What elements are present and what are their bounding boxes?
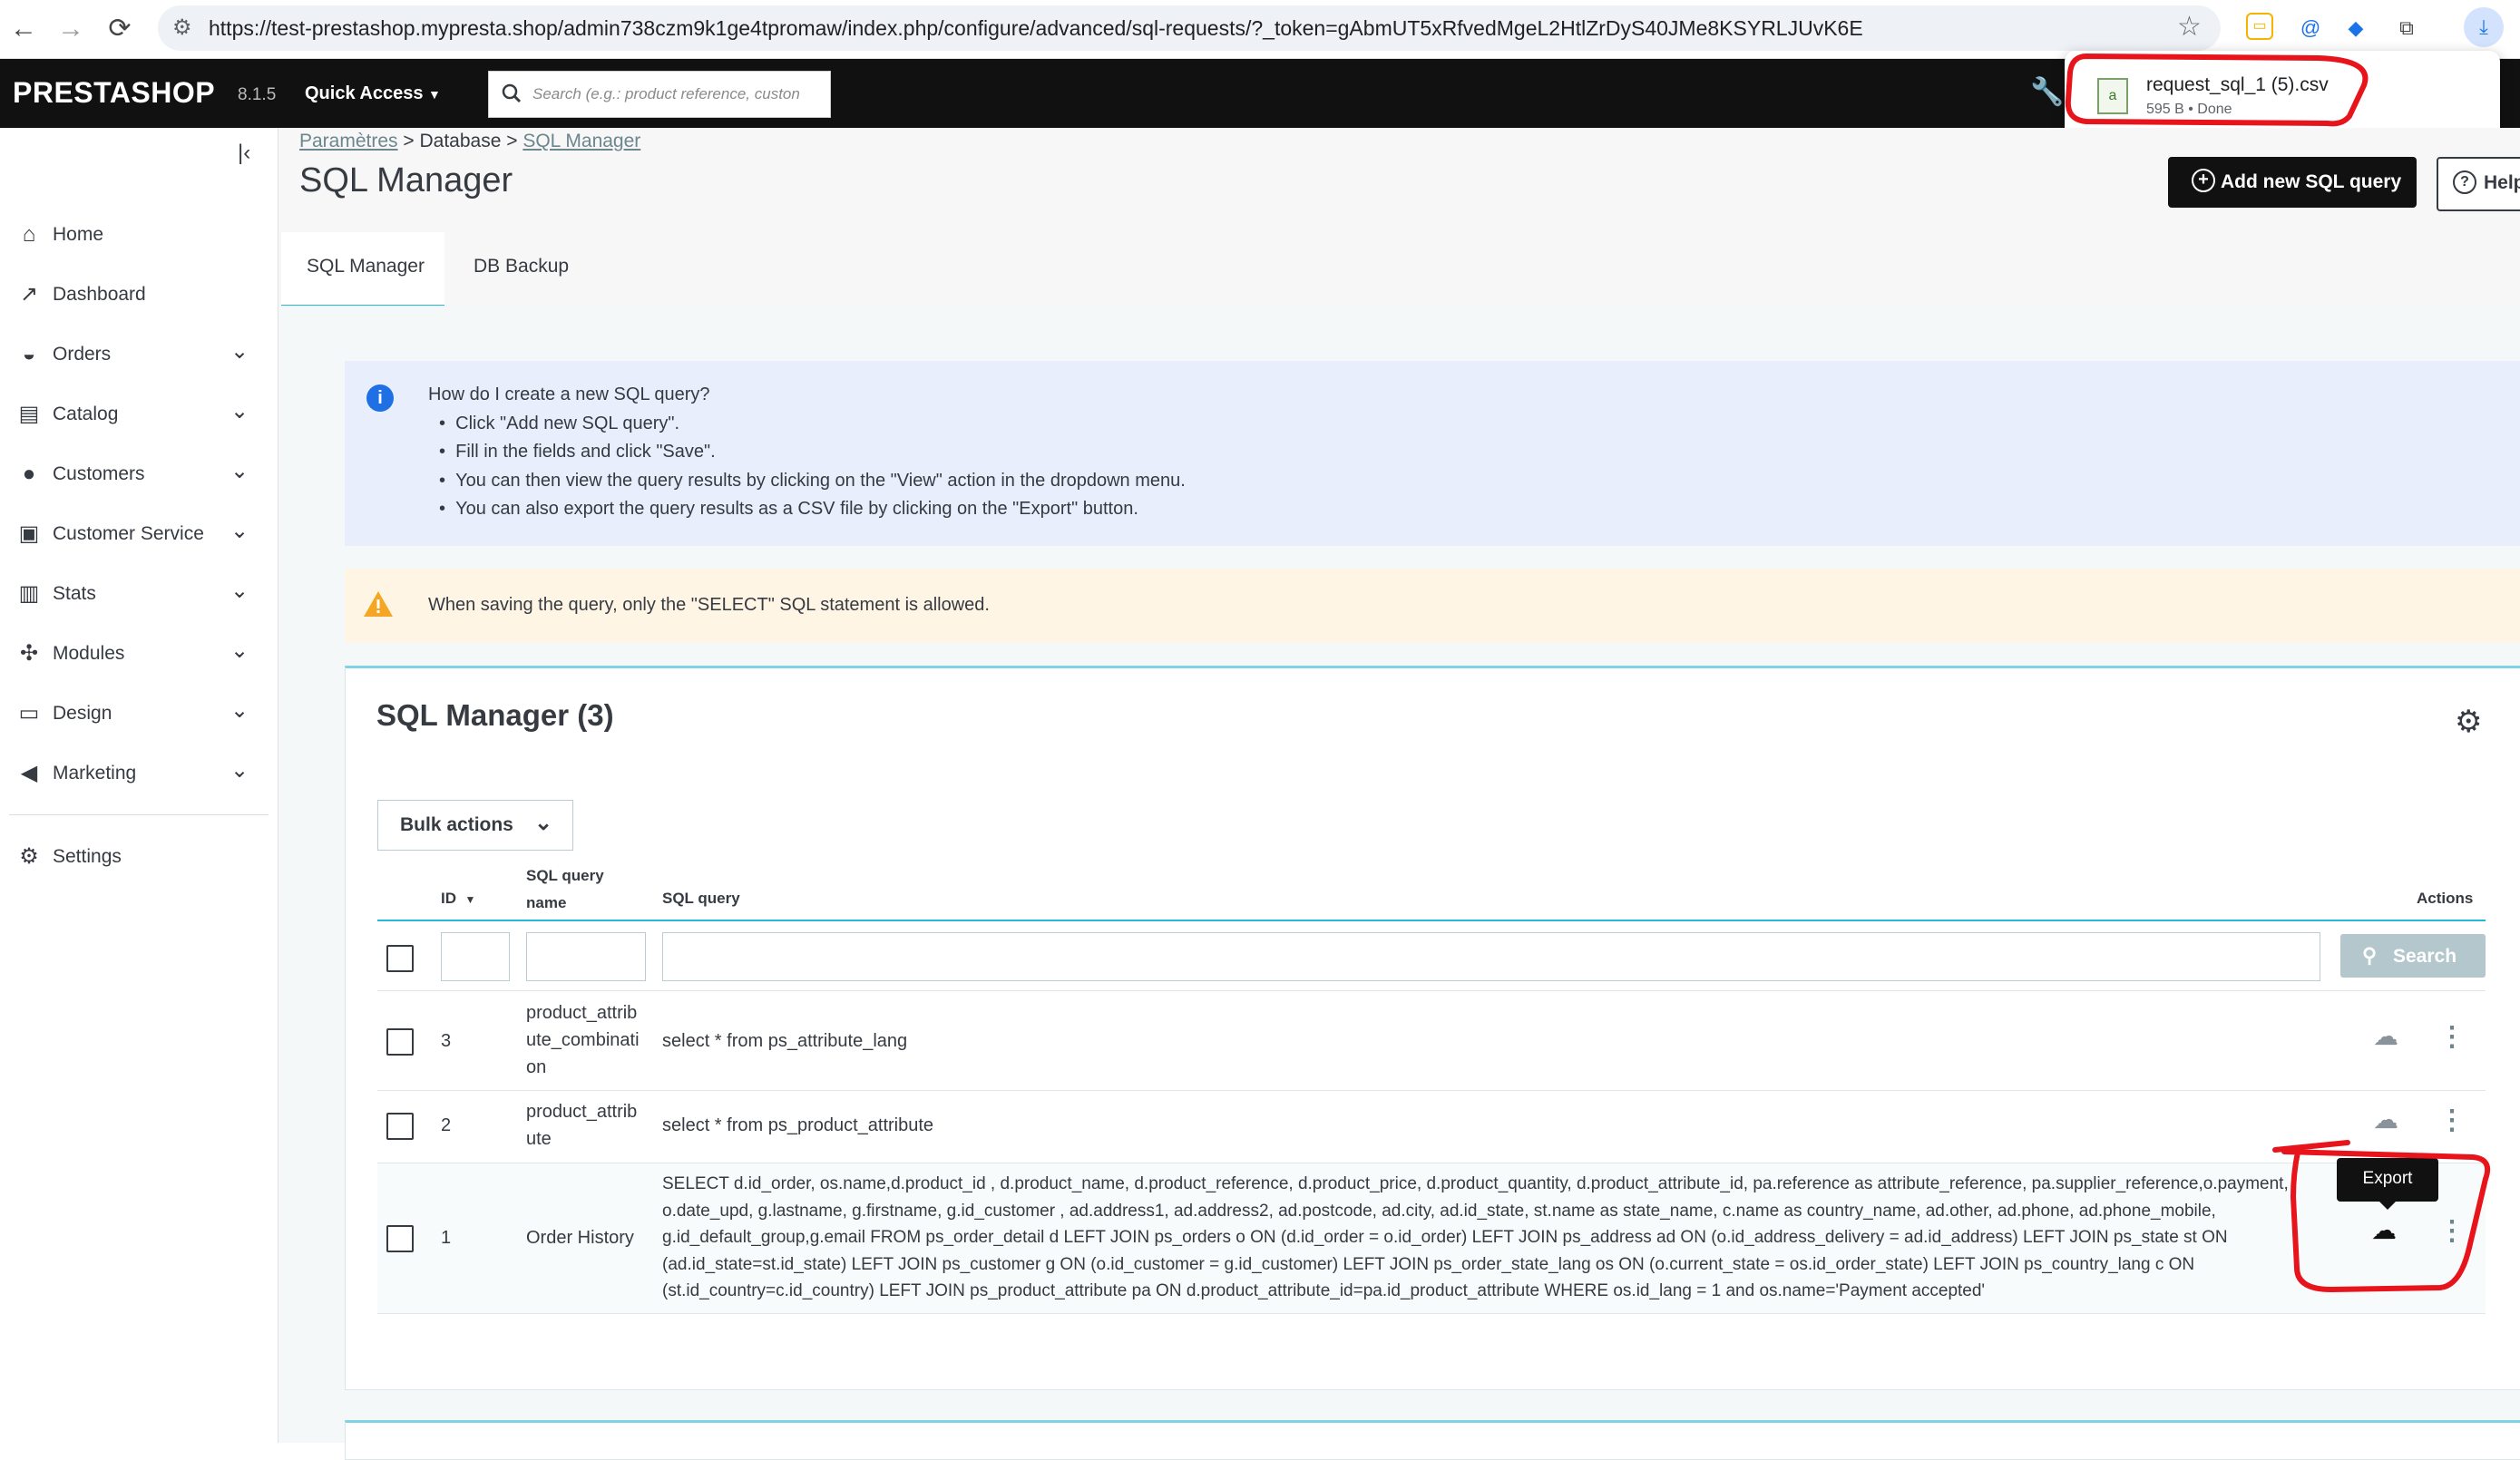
annotation-export-tick <box>2272 1140 2350 1153</box>
annotation-export-circle <box>2281 1145 2491 1293</box>
annotation-overlay <box>2065 53 2491 1293</box>
annotation-download-circle <box>2065 53 2369 127</box>
